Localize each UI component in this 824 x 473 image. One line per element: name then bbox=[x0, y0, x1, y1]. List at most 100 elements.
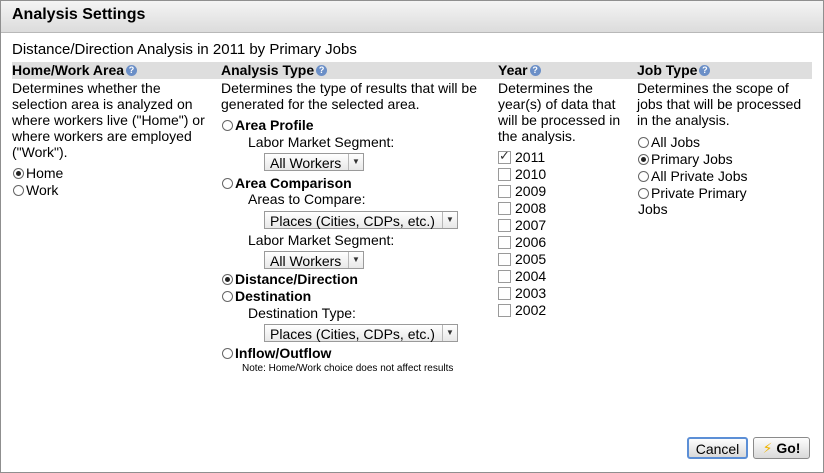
year-option[interactable]: 2006 bbox=[498, 234, 546, 250]
inflow-outflow-radio[interactable] bbox=[222, 348, 233, 359]
year-label: 2002 bbox=[515, 302, 547, 318]
year-checkbox[interactable] bbox=[498, 236, 511, 249]
home-work-header: Home/Work Area? bbox=[12, 62, 221, 79]
destination-type-label: Destination Type: bbox=[248, 305, 356, 321]
year-label: 2010 bbox=[515, 166, 547, 182]
primary-jobs-label: Primary Jobs bbox=[651, 151, 733, 167]
help-icon[interactable]: ? bbox=[529, 64, 541, 76]
cancel-button[interactable]: Cancel bbox=[687, 437, 748, 459]
destination-type-value: Places (Cities, CDPs, etc.) bbox=[270, 326, 435, 342]
area-profile-label: Area Profile bbox=[235, 117, 314, 133]
area-comparison-segment-label: Labor Market Segment: bbox=[248, 232, 395, 248]
year-option[interactable]: 2003 bbox=[498, 285, 546, 301]
go-label: Go! bbox=[776, 440, 801, 456]
year-checkbox[interactable] bbox=[498, 185, 511, 198]
help-icon[interactable]: ? bbox=[699, 64, 711, 76]
work-radio-option[interactable]: Work bbox=[13, 182, 58, 198]
job-type-title: Job Type bbox=[637, 62, 698, 78]
job-type-description: Determines the scope of jobs that will b… bbox=[637, 80, 802, 128]
help-icon[interactable]: ? bbox=[316, 64, 328, 76]
year-description: Determines the year(s) of data that will… bbox=[498, 80, 621, 144]
all-jobs-option[interactable]: All Jobs bbox=[638, 134, 700, 150]
private-primary-jobs-radio[interactable] bbox=[638, 188, 649, 199]
all-private-jobs-label: All Private Jobs bbox=[651, 168, 748, 184]
home-work-title: Home/Work Area bbox=[12, 62, 125, 78]
all-private-jobs-radio[interactable] bbox=[638, 171, 649, 182]
dialog-title: Analysis Settings bbox=[12, 6, 146, 23]
inflow-outflow-note: Note: Home/Work choice does not affect r… bbox=[242, 363, 454, 374]
year-label: 2011 bbox=[515, 149, 546, 165]
dropdown-arrow-icon: ▼ bbox=[348, 252, 363, 268]
area-comparison-label: Area Comparison bbox=[235, 175, 352, 191]
analysis-type-title: Analysis Type bbox=[221, 62, 315, 78]
year-option[interactable]: 2002 bbox=[498, 302, 546, 318]
dialog-titlebar: Analysis Settings bbox=[1, 1, 823, 33]
year-option[interactable]: 2008 bbox=[498, 200, 546, 216]
private-primary-jobs-label: Private Primary Jobs bbox=[638, 185, 747, 217]
inflow-outflow-option[interactable]: Inflow/Outflow bbox=[222, 345, 331, 361]
job-type-header: Job Type? bbox=[637, 62, 812, 79]
year-checkbox[interactable] bbox=[498, 304, 511, 317]
inflow-outflow-label: Inflow/Outflow bbox=[235, 345, 332, 361]
year-checkbox[interactable] bbox=[498, 219, 511, 232]
all-jobs-label: All Jobs bbox=[651, 134, 701, 150]
area-profile-radio[interactable] bbox=[222, 120, 233, 131]
dropdown-arrow-icon: ▼ bbox=[442, 212, 457, 228]
all-private-jobs-option[interactable]: All Private Jobs bbox=[638, 168, 747, 184]
distance-direction-label: Distance/Direction bbox=[235, 271, 358, 287]
analysis-settings-dialog: Analysis Settings Distance/Direction Ana… bbox=[0, 0, 824, 473]
area-profile-segment-value: All Workers bbox=[270, 155, 342, 171]
area-profile-segment-label: Labor Market Segment: bbox=[248, 134, 395, 150]
work-label: Work bbox=[26, 182, 59, 198]
area-profile-segment-select[interactable]: All Workers ▼ bbox=[264, 153, 364, 171]
year-label: 2004 bbox=[515, 268, 547, 284]
year-checkbox[interactable] bbox=[498, 202, 511, 215]
all-jobs-radio[interactable] bbox=[638, 137, 649, 148]
year-label: 2008 bbox=[515, 200, 547, 216]
year-option[interactable]: 2011 bbox=[498, 149, 545, 165]
year-option[interactable]: 2010 bbox=[498, 166, 546, 182]
home-radio-option[interactable]: Home bbox=[13, 165, 63, 181]
home-radio[interactable] bbox=[13, 168, 24, 179]
year-title: Year bbox=[498, 62, 528, 78]
year-option[interactable]: 2009 bbox=[498, 183, 546, 199]
area-comparison-radio[interactable] bbox=[222, 178, 233, 189]
year-label: 2007 bbox=[515, 217, 547, 233]
analysis-type-header: Analysis Type? bbox=[221, 62, 498, 79]
dropdown-arrow-icon: ▼ bbox=[348, 154, 363, 170]
year-label: 2003 bbox=[515, 285, 547, 301]
year-option[interactable]: 2007 bbox=[498, 217, 546, 233]
year-checkbox[interactable] bbox=[498, 253, 511, 266]
areas-to-compare-value: Places (Cities, CDPs, etc.) bbox=[270, 213, 435, 229]
primary-jobs-option[interactable]: Primary Jobs bbox=[638, 151, 733, 167]
distance-direction-option[interactable]: Distance/Direction bbox=[222, 271, 358, 287]
year-label: 2009 bbox=[515, 183, 547, 199]
year-option[interactable]: 2004 bbox=[498, 268, 546, 284]
year-option[interactable]: 2005 bbox=[498, 251, 546, 267]
year-label: 2005 bbox=[515, 251, 547, 267]
year-checkbox[interactable] bbox=[498, 270, 511, 283]
dropdown-arrow-icon: ▼ bbox=[442, 325, 457, 341]
work-radio[interactable] bbox=[13, 185, 24, 196]
destination-radio[interactable] bbox=[222, 291, 233, 302]
go-button[interactable]: ⚡ Go! bbox=[753, 437, 810, 459]
year-header: Year? bbox=[498, 62, 637, 79]
help-icon[interactable]: ? bbox=[126, 64, 138, 76]
analysis-heading: Distance/Direction Analysis in 2011 by P… bbox=[12, 41, 357, 58]
primary-jobs-radio[interactable] bbox=[638, 154, 649, 165]
areas-to-compare-select[interactable]: Places (Cities, CDPs, etc.) ▼ bbox=[264, 211, 458, 229]
area-profile-option[interactable]: Area Profile bbox=[222, 117, 314, 133]
area-comparison-segment-select[interactable]: All Workers ▼ bbox=[264, 251, 364, 269]
destination-type-select[interactable]: Places (Cities, CDPs, etc.) ▼ bbox=[264, 324, 458, 342]
analysis-type-description: Determines the type of results that will… bbox=[221, 80, 478, 112]
destination-option[interactable]: Destination bbox=[222, 288, 311, 304]
year-checkbox[interactable] bbox=[498, 149, 511, 165]
year-checkbox[interactable] bbox=[498, 287, 511, 300]
distance-direction-radio[interactable] bbox=[222, 274, 233, 285]
lightning-icon: ⚡ bbox=[762, 441, 773, 457]
year-label: 2006 bbox=[515, 234, 547, 250]
area-comparison-option[interactable]: Area Comparison bbox=[222, 175, 352, 191]
year-checkbox[interactable] bbox=[498, 168, 511, 181]
area-comparison-segment-value: All Workers bbox=[270, 253, 342, 269]
private-primary-jobs-option[interactable]: Private Primary Jobs bbox=[638, 185, 768, 217]
